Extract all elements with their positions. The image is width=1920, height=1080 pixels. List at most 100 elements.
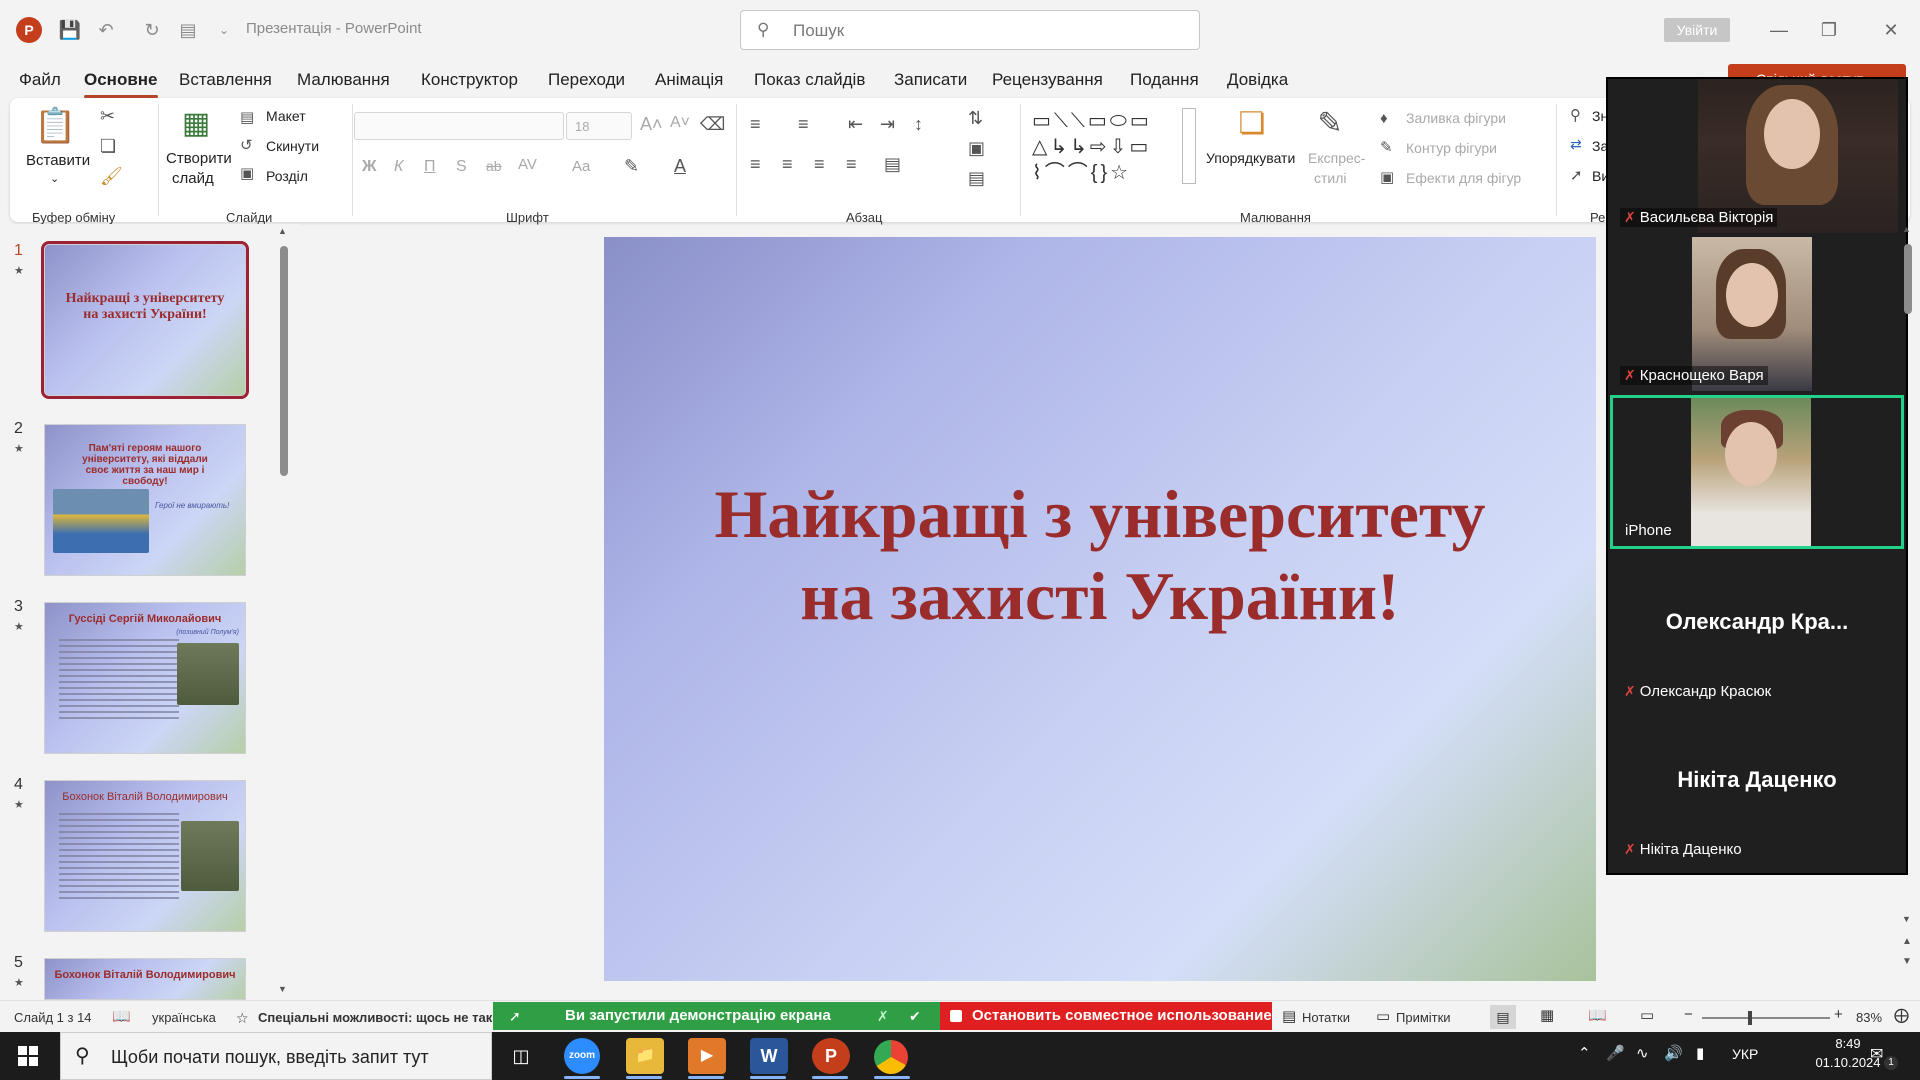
scroll-thumb[interactable] <box>280 246 288 476</box>
cut-icon[interactable]: ✂ <box>100 106 115 127</box>
quick-styles-label-2[interactable]: стилі <box>1314 170 1347 186</box>
slide-thumbnail-5[interactable]: Бохонок Віталій Володимирович <box>44 958 246 1000</box>
close-icon[interactable]: ✕ <box>1868 14 1914 46</box>
arrange-icon[interactable]: ❏ <box>1232 106 1272 141</box>
tab-review[interactable]: Рецензування <box>992 70 1103 90</box>
slide-thumbnail-1[interactable]: Найкращі з університету на захисті Украї… <box>41 241 249 399</box>
italic-button[interactable]: К <box>394 158 403 176</box>
underline-button[interactable]: П <box>424 158 436 176</box>
paste-icon[interactable]: 📋 <box>34 106 76 146</box>
scroll-up-icon[interactable]: ▲ <box>1902 224 1911 234</box>
quick-styles-icon[interactable]: ✎ <box>1310 106 1350 141</box>
copy-icon[interactable]: ❏ <box>100 136 116 157</box>
format-painter-icon[interactable]: 🖌 <box>100 166 123 187</box>
slide-title[interactable]: Найкращі з університету на захисті Украї… <box>604 473 1596 637</box>
reset-button[interactable]: Скинути <box>266 138 319 154</box>
powerpoint-app-icon[interactable]: P <box>812 1038 850 1074</box>
slide-canvas[interactable]: Найкращі з університету на захисті Украї… <box>604 237 1596 981</box>
participant-tile[interactable]: Олександр Кра... ✗ Олександр Красюк <box>1612 553 1902 707</box>
tab-draw[interactable]: Малювання <box>297 70 390 90</box>
customize-toolbar-icon[interactable]: ⌄ <box>212 18 236 42</box>
numbering-icon[interactable]: ≡ <box>798 114 809 135</box>
word-app-icon[interactable]: W <box>750 1038 788 1074</box>
thumbnails-scrollbar[interactable]: ▲ ▼ <box>278 226 288 994</box>
increase-indent-icon[interactable]: ⇥ <box>880 114 895 135</box>
grow-font-button[interactable]: A˄ <box>640 114 663 135</box>
participant-tile-active[interactable]: iPhone <box>1610 395 1904 549</box>
highlight-icon[interactable]: ✎ <box>624 156 639 177</box>
volume-icon[interactable]: 🔊 <box>1664 1044 1683 1062</box>
smartart-icon[interactable]: ▤ <box>968 168 985 189</box>
tab-insert[interactable]: Вставлення <box>179 70 272 90</box>
new-slide-label-2[interactable]: слайд <box>172 170 214 187</box>
zoom-slider[interactable] <box>1702 1017 1830 1019</box>
minimize-icon[interactable]: — <box>1756 14 1802 46</box>
align-left-icon[interactable]: ≡ <box>750 154 761 175</box>
slide-scrollbar[interactable]: ▲ ▼ ▲ ▼ <box>1898 224 1918 984</box>
tab-slideshow[interactable]: Показ слайдів <box>754 70 865 90</box>
microphone-icon[interactable]: 🎤 <box>1606 1044 1625 1062</box>
tab-help[interactable]: Довідка <box>1227 70 1288 90</box>
tab-animations[interactable]: Анімація <box>655 70 723 90</box>
arrange-button[interactable]: Упорядкувати <box>1206 150 1295 166</box>
zoom-in-icon[interactable]: + <box>1834 1006 1843 1023</box>
scroll-down-icon[interactable]: ▼ <box>1902 914 1911 924</box>
scroll-down-icon[interactable]: ▼ <box>278 984 287 994</box>
layout-button[interactable]: Макет <box>266 108 306 124</box>
tab-home[interactable]: Основне <box>84 70 158 98</box>
tab-record[interactable]: Записати <box>894 70 967 90</box>
taskbar-search-input[interactable]: ⚲ Щоби почати пошук, введіть запит тут <box>60 1032 492 1080</box>
shape-fill-button[interactable]: Заливка фігури <box>1406 110 1506 126</box>
text-direction-icon[interactable]: ⇅ <box>968 108 983 129</box>
zoom-app-icon[interactable]: zoom <box>564 1038 600 1074</box>
slide-thumbnail-2[interactable]: Пам'яті героям нашого університету, які … <box>44 424 246 576</box>
notes-button[interactable]: Нотатки <box>1302 1010 1350 1025</box>
slide-thumbnail-3[interactable]: Гуссіді Сергій Миколайович (позивний Пол… <box>44 602 246 754</box>
shapes-gallery[interactable]: ▭⟍⟍▭⬭▭ △↳↳⇨⇩▭ ⌇⌒⌒{}☆ <box>1032 108 1182 188</box>
tab-file[interactable]: Файл <box>19 70 61 90</box>
windows-start-icon[interactable] <box>18 1046 38 1066</box>
media-player-icon[interactable]: ▶ <box>688 1038 726 1074</box>
file-explorer-icon[interactable]: 📁 <box>626 1038 664 1074</box>
restore-icon[interactable]: ❐ <box>1806 14 1852 46</box>
paste-button[interactable]: Вставити <box>26 152 90 169</box>
font-size-combo[interactable]: 18 <box>566 112 632 140</box>
align-center-icon[interactable]: ≡ <box>782 154 793 175</box>
fit-to-window-icon[interactable]: ⨁ <box>1894 1006 1909 1024</box>
strikethrough-button[interactable]: ab <box>486 158 502 174</box>
zoom-slider-thumb[interactable] <box>1748 1011 1752 1025</box>
tray-chevron-icon[interactable]: ⌃ <box>1578 1044 1591 1062</box>
paste-chevron-icon[interactable]: ⌄ <box>50 172 59 185</box>
redo-icon[interactable]: ↻ <box>140 18 164 42</box>
slide-thumbnail-4[interactable]: Бохонок Віталій Володимирович <box>44 780 246 932</box>
section-button[interactable]: Розділ <box>266 168 308 184</box>
zoom-level[interactable]: 83% <box>1856 1010 1882 1025</box>
decrease-indent-icon[interactable]: ⇤ <box>848 114 863 135</box>
shrink-font-button[interactable]: A˅ <box>670 114 690 132</box>
accessibility-status[interactable]: Спеціальні можливості: щось не так <box>258 1010 494 1025</box>
scroll-up-icon[interactable]: ▲ <box>278 226 287 236</box>
next-slide-icon[interactable]: ▼ <box>1902 956 1912 967</box>
wifi-icon[interactable]: ∿ <box>1636 1044 1649 1062</box>
new-slide-button[interactable]: Створити <box>166 150 232 167</box>
shape-effects-button[interactable]: Ефекти для фігур <box>1406 170 1521 186</box>
input-language[interactable]: УКР <box>1732 1046 1758 1062</box>
align-right-icon[interactable]: ≡ <box>814 154 825 175</box>
save-icon[interactable]: 💾 <box>58 18 82 42</box>
reading-view-icon[interactable]: 📖 <box>1588 1006 1607 1024</box>
char-spacing-button[interactable]: AV <box>518 156 537 173</box>
previous-slide-icon[interactable]: ▲ <box>1902 936 1912 947</box>
align-text-icon[interactable]: ▣ <box>968 138 985 159</box>
notifications-icon[interactable]: ✉ <box>1870 1044 1883 1064</box>
scroll-thumb[interactable] <box>1904 244 1912 314</box>
participant-tile[interactable]: ✗ Васильєва Вікторія <box>1612 79 1902 233</box>
shape-outline-button[interactable]: Контур фігури <box>1406 140 1497 156</box>
participant-tile[interactable]: Нікіта Даценко ✗ Нікіта Даценко <box>1612 711 1902 865</box>
change-case-button[interactable]: Aa <box>572 158 590 175</box>
chrome-app-icon[interactable] <box>874 1040 908 1074</box>
tab-transitions[interactable]: Переходи <box>548 70 625 90</box>
stop-share-button[interactable]: Остановить совместное использование <box>940 1002 1272 1030</box>
bullets-icon[interactable]: ≡ <box>750 114 761 135</box>
participant-tile[interactable]: ✗ Краснощеко Варя <box>1612 237 1902 391</box>
shapes-scroll[interactable] <box>1182 108 1196 184</box>
